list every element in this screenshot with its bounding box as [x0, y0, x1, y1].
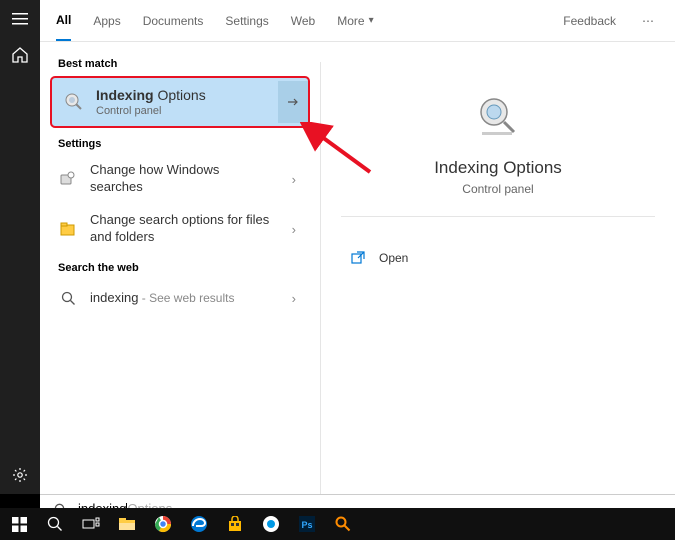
task-view-icon[interactable]: [78, 511, 104, 537]
more-options-button[interactable]: ⋯: [638, 14, 659, 28]
tab-more[interactable]: More: [337, 2, 364, 40]
results-pane: Best match Indexing Options Control pane…: [40, 42, 320, 494]
indexing-options-large-icon: [474, 92, 522, 140]
hamburger-icon[interactable]: [11, 10, 29, 28]
web-term: indexing: [90, 290, 138, 305]
web-suffix: - See web results: [138, 291, 234, 305]
result-title-rest: Options: [154, 87, 206, 103]
settings-result-label: Change search options for files and fold…: [90, 212, 274, 246]
expand-arrow-button[interactable]: [278, 81, 308, 123]
store-icon[interactable]: [222, 511, 248, 537]
chevron-right-icon: ›: [284, 291, 304, 306]
taskbar: Ps: [0, 508, 675, 540]
home-icon[interactable]: [11, 46, 29, 64]
result-title-bold: Indexing: [96, 87, 154, 103]
app-icon-search[interactable]: [330, 511, 356, 537]
filter-tabs: All Apps Documents Settings Web More ▾ F…: [40, 0, 675, 42]
tab-settings[interactable]: Settings: [225, 2, 268, 40]
start-sidebar: [0, 0, 40, 494]
search-panel: All Apps Documents Settings Web More ▾ F…: [40, 0, 675, 494]
preview-title: Indexing Options: [434, 158, 562, 178]
svg-text:Ps: Ps: [301, 520, 312, 530]
result-subtitle: Control panel: [96, 104, 268, 118]
search-icon: [56, 286, 80, 310]
chrome-icon[interactable]: [150, 511, 176, 537]
chevron-right-icon: ›: [284, 222, 304, 237]
settings-result-1[interactable]: Change search options for files and fold…: [46, 204, 314, 254]
open-icon: [351, 251, 365, 265]
folder-options-icon: [56, 217, 80, 241]
chevron-right-icon: ›: [284, 172, 304, 187]
feedback-link[interactable]: Feedback: [563, 14, 616, 28]
tab-apps[interactable]: Apps: [93, 2, 120, 40]
gear-icon[interactable]: [11, 466, 29, 484]
settings-result-label: Change how Windows searches: [90, 162, 274, 196]
tab-documents[interactable]: Documents: [143, 2, 204, 40]
web-label: Search the web: [46, 254, 314, 278]
tab-web[interactable]: Web: [291, 2, 315, 40]
start-button[interactable]: [6, 511, 32, 537]
search-taskbar-icon[interactable]: [42, 511, 68, 537]
app-icon-circle[interactable]: [258, 511, 284, 537]
open-action[interactable]: Open: [321, 237, 675, 279]
best-match-label: Best match: [46, 50, 314, 74]
tab-all[interactable]: All: [56, 1, 71, 41]
photoshop-icon[interactable]: Ps: [294, 511, 320, 537]
indexing-options-icon: [62, 90, 86, 114]
best-match-result[interactable]: Indexing Options Control panel: [50, 76, 310, 128]
divider: [341, 216, 655, 217]
open-label: Open: [379, 251, 408, 265]
search-settings-icon: [56, 167, 80, 191]
chevron-down-icon: ▾: [369, 15, 374, 26]
edge-icon[interactable]: [186, 511, 212, 537]
preview-pane: Indexing Options Control panel Open: [320, 62, 675, 494]
web-result[interactable]: indexing - See web results ›: [46, 278, 314, 318]
settings-result-0[interactable]: Change how Windows searches ›: [46, 154, 314, 204]
settings-label: Settings: [46, 130, 314, 154]
preview-subtitle: Control panel: [462, 182, 533, 196]
file-explorer-icon[interactable]: [114, 511, 140, 537]
